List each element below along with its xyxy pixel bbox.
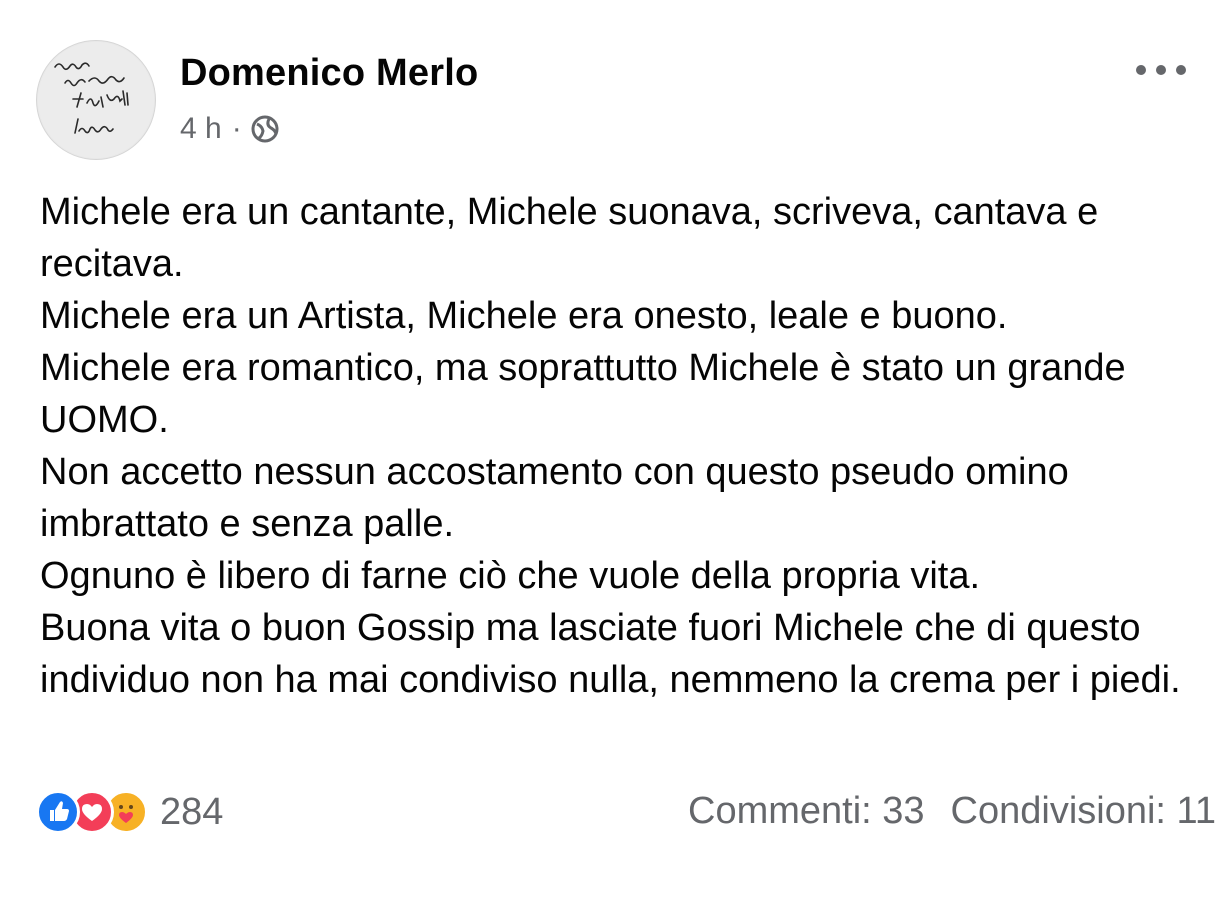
post-body: Michele era un cantante, Michele suonava… bbox=[40, 186, 1200, 706]
handwritten-signature-avatar bbox=[38, 42, 154, 158]
avatar[interactable] bbox=[36, 40, 156, 160]
dot-icon bbox=[1176, 65, 1186, 75]
reactions-summary[interactable]: 284 bbox=[36, 790, 223, 834]
globe-icon[interactable] bbox=[250, 114, 280, 144]
dot-icon bbox=[1156, 65, 1166, 75]
post-time[interactable]: 4 h bbox=[180, 112, 222, 146]
post-paragraph: Ognuno è libero di farne ciò che vuole d… bbox=[40, 555, 981, 597]
reaction-count[interactable]: 284 bbox=[160, 791, 223, 834]
post-meta: 4 h · bbox=[180, 112, 280, 146]
shares-count[interactable]: Condivisioni: 11 bbox=[951, 790, 1216, 833]
post-paragraph: Michele era un Artista, Michele era ones… bbox=[40, 295, 1008, 337]
meta-separator: · bbox=[231, 112, 242, 145]
post-paragraph: Non accetto nessun accostamento con ques… bbox=[40, 451, 1069, 545]
dot-icon bbox=[1136, 65, 1146, 75]
more-options-icon[interactable] bbox=[1136, 60, 1186, 80]
like-icon bbox=[36, 790, 80, 834]
post-paragraph: Michele era romantico, ma soprattutto Mi… bbox=[40, 347, 1126, 441]
post-paragraph: Michele era un cantante, Michele suonava… bbox=[40, 191, 1099, 285]
author-name[interactable]: Domenico Merlo bbox=[180, 52, 478, 95]
post-stats: Commenti: 33 Condivisioni: 11 bbox=[688, 790, 1216, 833]
post-paragraph: Buona vita o buon Gossip ma lasciate fuo… bbox=[40, 607, 1181, 701]
stats-gap bbox=[925, 790, 951, 833]
comments-count[interactable]: Commenti: 33 bbox=[688, 790, 925, 833]
post-header: Domenico Merlo 4 h · bbox=[36, 40, 1186, 160]
post-footer: 284 Commenti: 33 Condivisioni: 11 bbox=[36, 786, 1216, 842]
facebook-post: Domenico Merlo 4 h · Michele era un cant… bbox=[0, 0, 1222, 907]
